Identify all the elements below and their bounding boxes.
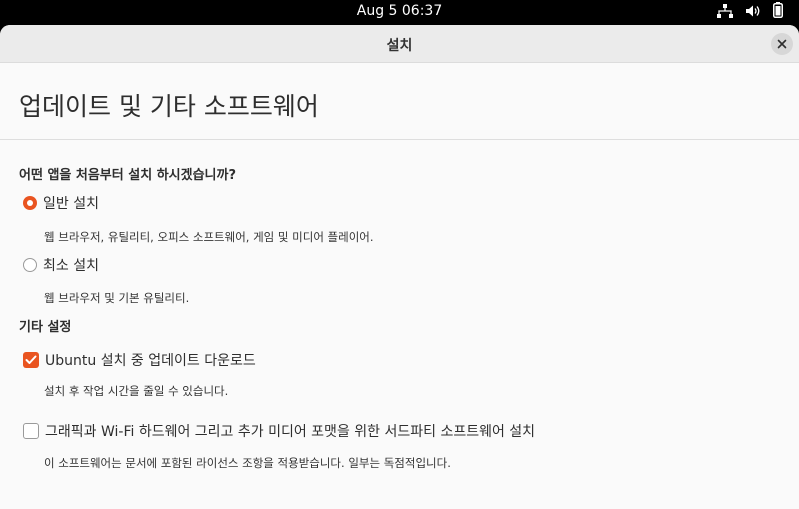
minimal-install-radio[interactable] (23, 258, 37, 272)
minimal-install-label[interactable]: 최소 설치 (43, 255, 99, 275)
clock[interactable]: Aug 5 06:37 (0, 3, 799, 19)
volume-icon[interactable] (745, 3, 761, 22)
download-updates-label[interactable]: Ubuntu 설치 중 업데이트 다운로드 (45, 350, 256, 370)
divider (0, 139, 799, 140)
third-party-software-label[interactable]: 그래픽과 Wi-Fi 하드웨어 그리고 추가 미디어 포맷을 위한 서드파티 소… (45, 421, 535, 441)
download-updates-option[interactable]: Ubuntu 설치 중 업데이트 다운로드 (23, 350, 256, 370)
close-button[interactable] (771, 33, 793, 55)
page-title: 업데이트 및 기타 소프트웨어 (19, 92, 319, 121)
minimal-install-option[interactable]: 최소 설치 (23, 255, 99, 275)
window-title: 설치 (386, 38, 413, 54)
header-bar: 설치 (0, 25, 799, 63)
third-party-software-option[interactable]: 그래픽과 Wi-Fi 하드웨어 그리고 추가 미디어 포맷을 위한 서드파티 소… (23, 421, 535, 441)
normal-install-radio[interactable] (23, 196, 37, 210)
content-area: 업데이트 및 기타 소프트웨어 어떤 앱을 처음부터 설치 하시겠습니까? 일반… (0, 63, 799, 509)
system-tray[interactable] (717, 2, 783, 22)
download-updates-description: 설치 후 작업 시간을 줄일 수 있습니다. (44, 384, 229, 398)
installer-window: 설치 업데이트 및 기타 소프트웨어 어떤 앱을 처음부터 설치 하시겠습니까?… (0, 25, 799, 509)
install-type-question: 어떤 앱을 처음부터 설치 하시겠습니까? (19, 168, 237, 183)
battery-icon[interactable] (773, 2, 783, 22)
normal-install-label[interactable]: 일반 설치 (43, 193, 99, 213)
close-icon (777, 39, 787, 49)
third-party-software-checkbox[interactable] (23, 423, 39, 439)
minimal-install-description: 웹 브라우저 및 기본 유틸리티. (44, 291, 190, 305)
top-bar: Aug 5 06:37 (0, 0, 799, 24)
download-updates-checkbox[interactable] (23, 352, 39, 368)
third-party-software-description: 이 소프트웨어는 문서에 포함된 라이선스 조항을 적용받습니다. 일부는 독점… (44, 456, 451, 470)
normal-install-option[interactable]: 일반 설치 (23, 193, 99, 213)
other-settings-heading: 기타 설정 (19, 320, 72, 335)
normal-install-description: 웹 브라우저, 유틸리티, 오피스 소프트웨어, 게임 및 미디어 플레이어. (44, 230, 374, 244)
network-icon[interactable] (717, 3, 733, 22)
checkmark-icon (25, 355, 37, 364)
